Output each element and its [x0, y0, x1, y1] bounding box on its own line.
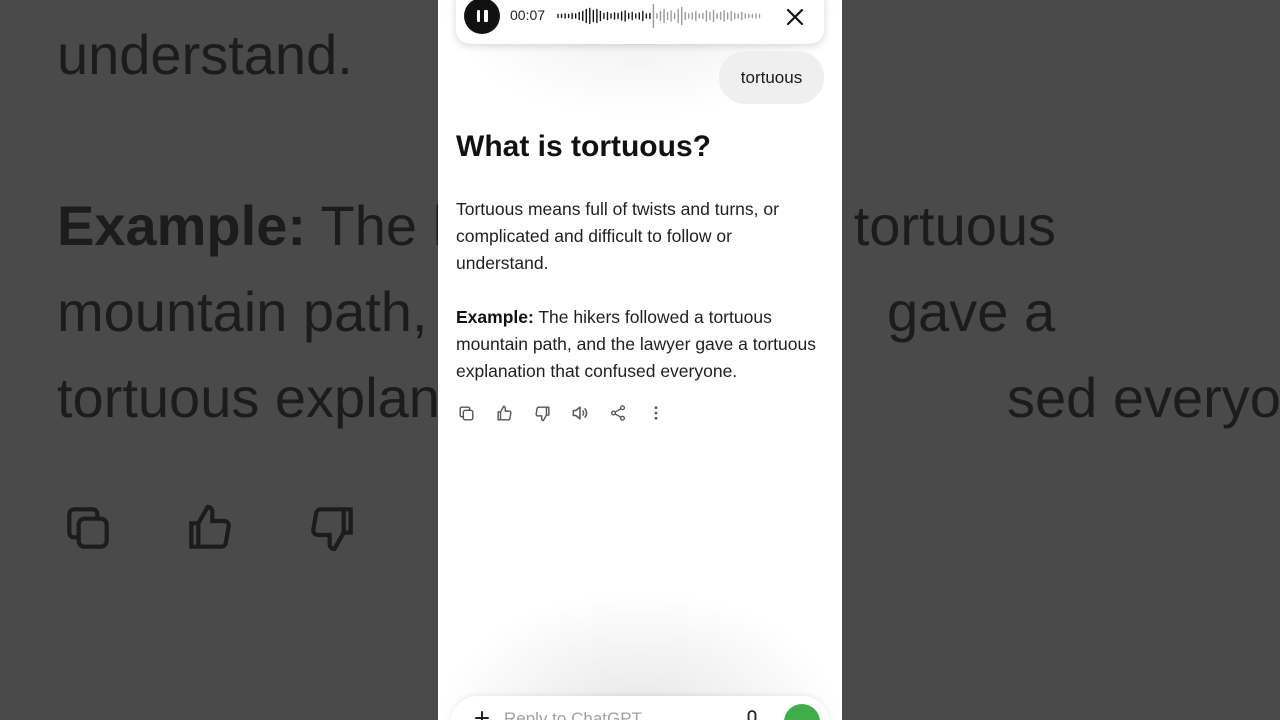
- user-message: tortuous: [719, 51, 824, 104]
- bg-line-everyone: sed everyone.: [1007, 366, 1280, 429]
- answer-title: What is tortuous?: [456, 130, 711, 163]
- bg-line-understand: understand.: [57, 23, 353, 86]
- voice-mode-button[interactable]: [784, 704, 820, 720]
- waveform: [557, 3, 761, 29]
- thumbs-down-icon: [534, 405, 550, 421]
- reply-input[interactable]: [504, 709, 724, 720]
- thumbs-up-button[interactable]: [494, 403, 514, 423]
- share-button[interactable]: [608, 403, 628, 423]
- more-button[interactable]: [646, 403, 666, 423]
- mic-icon[interactable]: [745, 710, 759, 720]
- pause-icon-bar: [484, 10, 488, 22]
- recording-time: 00:07: [510, 7, 546, 23]
- bg-thumbs-up-icon: [189, 504, 231, 549]
- thumbs-down-button[interactable]: [532, 403, 552, 423]
- composer: [450, 696, 830, 720]
- share-icon: [610, 405, 626, 421]
- bg-action-icons: [60, 500, 360, 556]
- pause-icon: [476, 10, 480, 22]
- example-label: Example:: [456, 307, 534, 327]
- message-actions: [456, 403, 666, 423]
- phone-screen: 00:07 tortuous What is tortuous? Tortuou…: [438, 0, 842, 720]
- close-icon[interactable]: [783, 5, 807, 29]
- plus-icon[interactable]: [474, 710, 490, 720]
- bg-example-block: Example: The ha tortuous mountain path, g…: [57, 183, 1280, 441]
- bg-line-gave: gave a: [887, 280, 1056, 343]
- bg-example-right: a tortuous: [807, 194, 1057, 257]
- bg-line-mountain: mountain path,: [57, 280, 428, 343]
- bg-line-explan: tortuous explan: [57, 366, 440, 429]
- more-icon: [654, 406, 658, 420]
- copy-button[interactable]: [456, 403, 476, 423]
- copy-icon: [458, 405, 474, 421]
- read-aloud-button[interactable]: [570, 403, 590, 423]
- bg-example-label: Example:: [57, 194, 306, 257]
- read-aloud-icon: [572, 406, 588, 420]
- bg-copy-icon: [67, 507, 109, 549]
- answer-definition: Tortuous means full of twists and turns,…: [456, 199, 779, 273]
- bg-thumbs-down-icon: [311, 507, 353, 552]
- thumbs-up-icon: [496, 405, 512, 421]
- pause-button[interactable]: [464, 0, 500, 34]
- recording-bar: 00:07: [456, 0, 824, 44]
- answer-example: Example: The hikers followed a tortuous …: [456, 304, 828, 385]
